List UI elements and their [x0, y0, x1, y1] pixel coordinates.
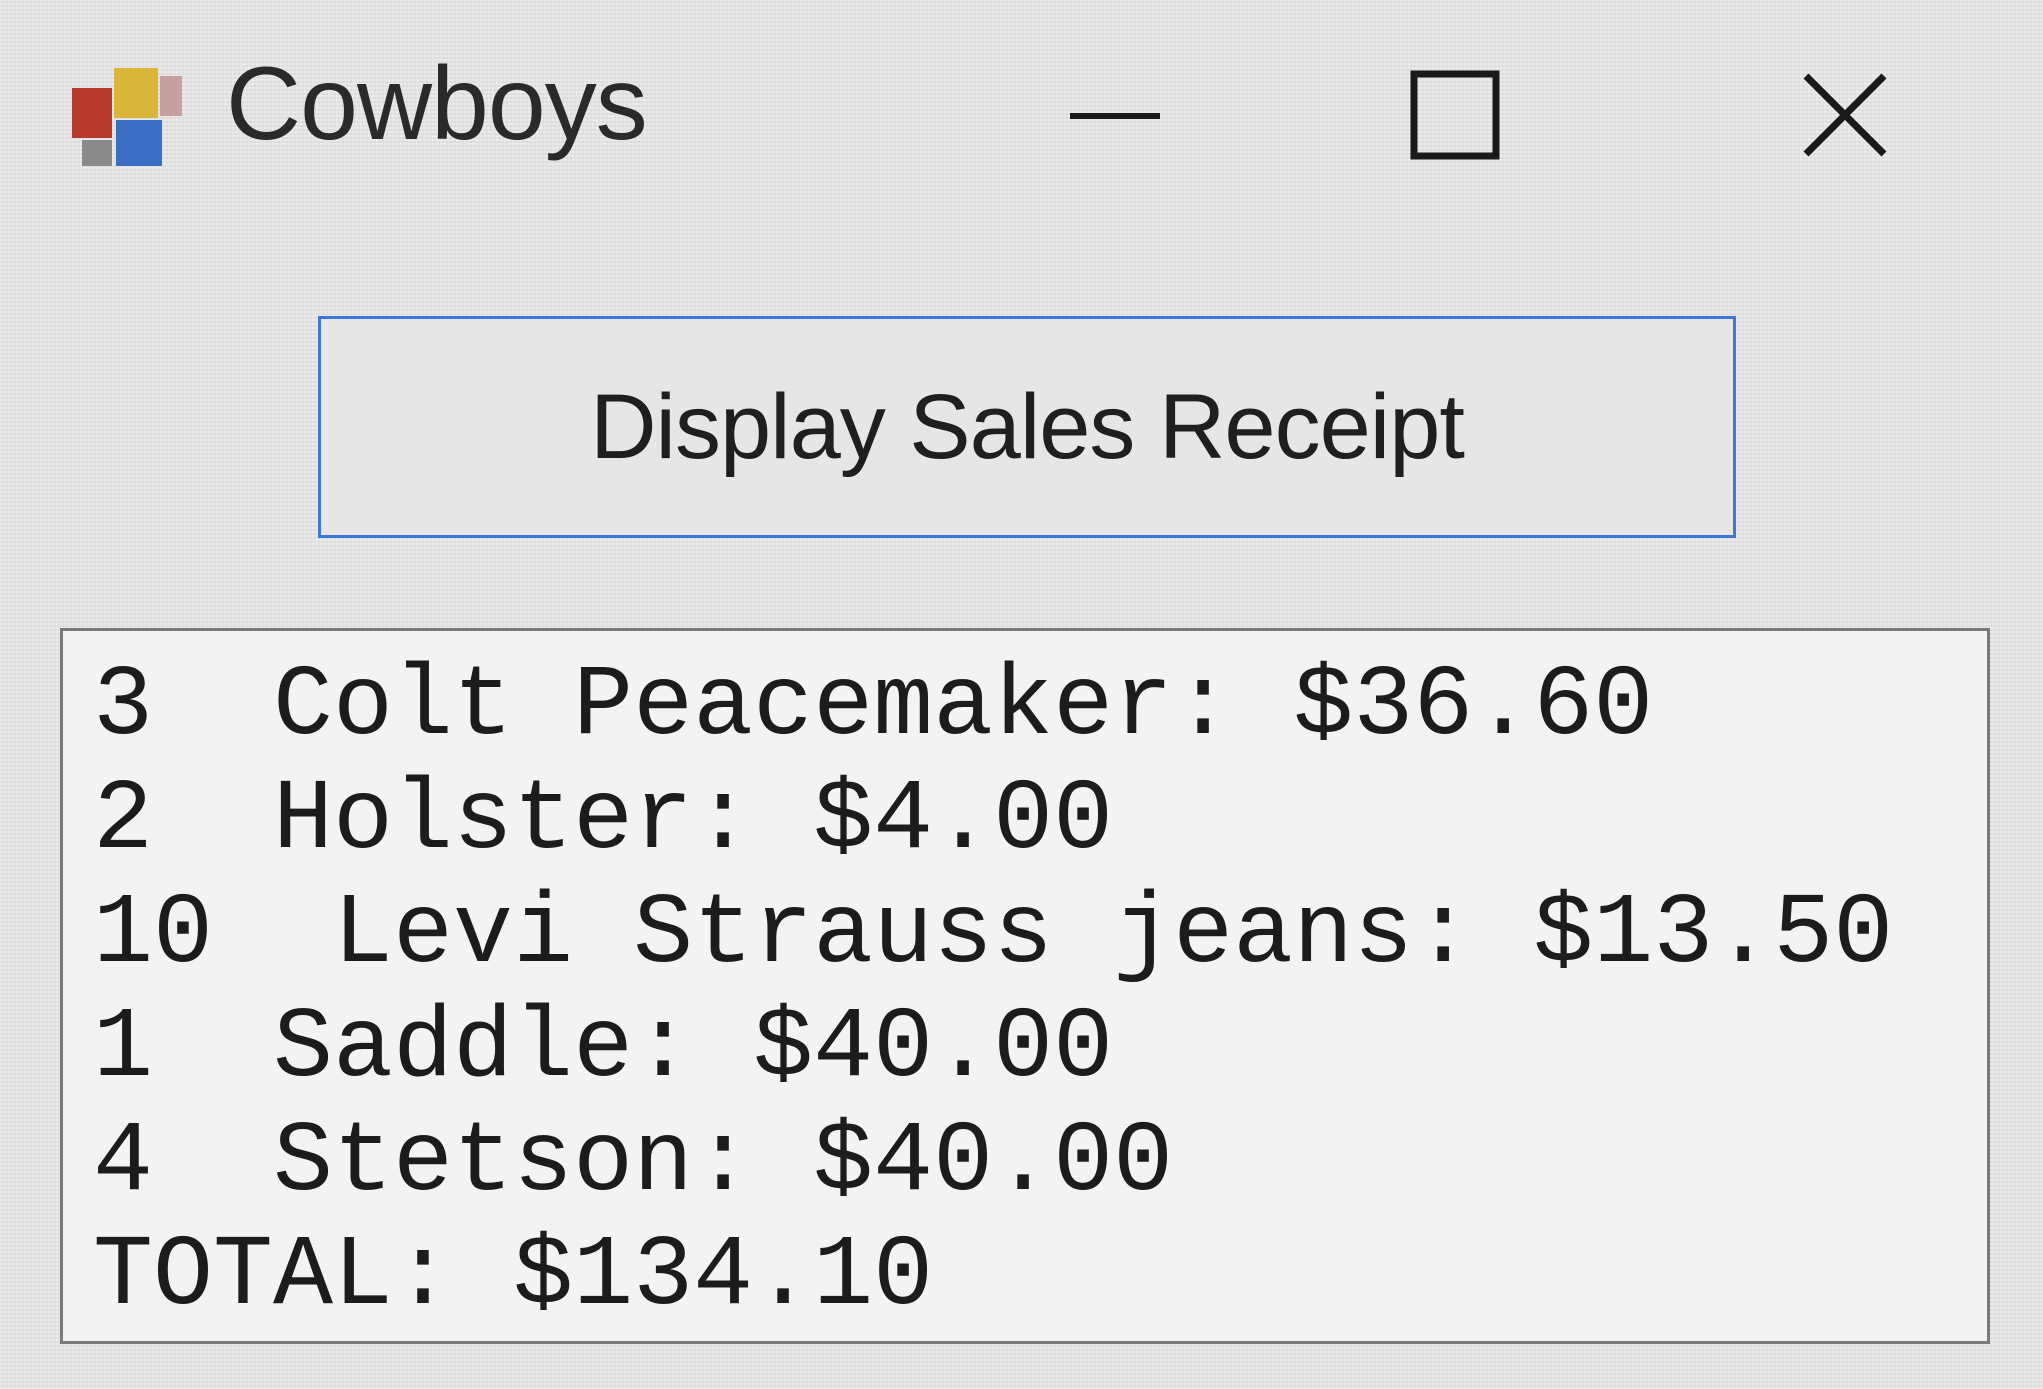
title-bar[interactable]: Cowboys [0, 0, 2043, 230]
app-window: Cowboys Display Sales Receipt 3 Colt Pea… [0, 0, 2043, 1389]
receipt-listbox[interactable]: 3 Colt Peacemaker: $36.60 2 Holster: $4.… [60, 628, 1990, 1344]
list-item-total[interactable]: TOTAL: $134.10 [93, 1221, 1987, 1335]
list-item[interactable]: 10 Levi Strauss jeans: $13.50 [93, 879, 1987, 993]
window-title: Cowboys [226, 46, 648, 162]
app-icon[interactable] [72, 62, 184, 170]
maximize-icon[interactable] [1380, 60, 1530, 170]
display-sales-receipt-button[interactable]: Display Sales Receipt [318, 316, 1736, 538]
list-item[interactable]: 3 Colt Peacemaker: $36.60 [93, 651, 1987, 765]
list-item[interactable]: 2 Holster: $4.00 [93, 765, 1987, 879]
close-icon[interactable] [1770, 60, 1920, 170]
list-item[interactable]: 1 Saddle: $40.00 [93, 993, 1987, 1107]
minimize-icon[interactable] [1040, 60, 1190, 170]
list-item[interactable]: 4 Stetson: $40.00 [93, 1107, 1987, 1221]
